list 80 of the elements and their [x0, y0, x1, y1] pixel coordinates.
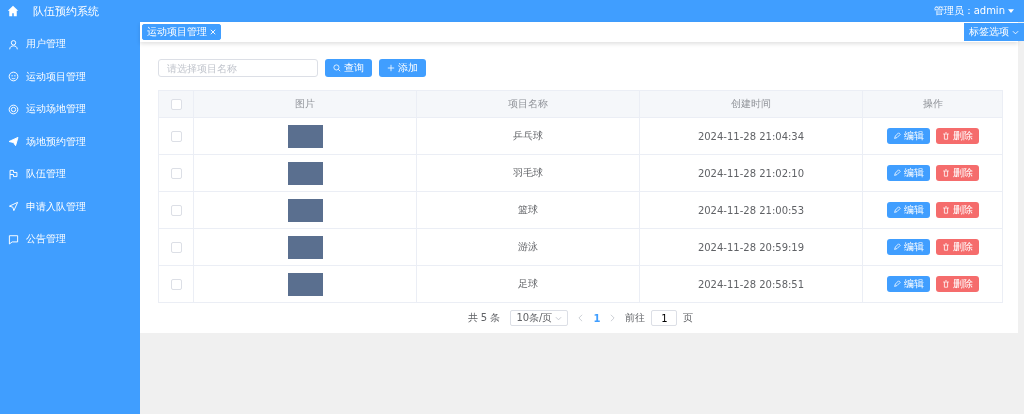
chat-icon — [8, 233, 19, 245]
trash-icon — [941, 169, 950, 177]
chevron-down-icon — [1012, 29, 1019, 35]
table-cell: 足球 — [518, 278, 538, 289]
goto-label: 前往 — [625, 311, 646, 325]
table-cell: 2024-11-28 20:58:51 — [697, 278, 805, 290]
plus-icon — [387, 64, 395, 72]
sidebar-item[interactable]: 申请入队管理 — [0, 190, 140, 223]
paper-plane-icon — [8, 136, 19, 148]
app-title: 队伍预约系统 — [33, 3, 99, 19]
edit-button[interactable]: 编辑 — [886, 202, 930, 218]
chevron-down-icon — [555, 315, 563, 321]
sidebar-item[interactable]: 场地预约管理 — [0, 125, 140, 158]
sidebar-item[interactable]: 运动项目管理 — [0, 60, 140, 93]
delete-button[interactable]: 删除 — [935, 202, 979, 218]
sidebar-item[interactable]: 队伍管理 — [0, 158, 140, 191]
delete-button[interactable]: 删除 — [935, 128, 979, 144]
table-cell: 2024-11-28 21:04:34 — [697, 130, 805, 142]
page-tab[interactable]: 运动项目管理 — [142, 24, 221, 40]
column-header: 操作 — [922, 98, 943, 109]
row-checkbox[interactable] — [170, 167, 182, 179]
page-number[interactable]: 1 — [593, 312, 601, 324]
edit-button[interactable]: 编辑 — [886, 276, 930, 292]
trash-icon — [941, 206, 950, 214]
delete-button[interactable]: 删除 — [935, 276, 979, 292]
user-menu[interactable]: 管理员：admin — [933, 4, 1014, 18]
trash-icon — [941, 243, 950, 251]
add-button[interactable]: 添加 — [379, 59, 426, 77]
edit-button[interactable]: 编辑 — [886, 165, 930, 181]
page-input[interactable]: 1 — [651, 310, 678, 326]
trash-icon — [941, 132, 950, 140]
pencil-icon — [892, 132, 901, 140]
tab-options-button[interactable]: 标签选项 — [964, 23, 1024, 41]
page-unit: 页 — [683, 311, 694, 325]
pencil-icon — [892, 169, 901, 177]
table-cell: 乒乓球 — [513, 130, 543, 141]
sidebar-item[interactable]: 公告管理 — [0, 223, 140, 256]
pencil-icon — [892, 206, 901, 214]
table-cell: 羽毛球 — [513, 167, 543, 178]
row-checkbox[interactable] — [170, 278, 182, 290]
photo-placeholder — [287, 198, 323, 222]
trash-icon — [941, 280, 950, 288]
table-cell: 篮球 — [518, 204, 538, 215]
table-cell: 2024-11-28 21:02:10 — [697, 167, 805, 179]
flag-icon — [8, 168, 19, 180]
ring-icon — [8, 103, 19, 115]
page-size-select[interactable]: 10条/页 — [510, 310, 569, 326]
photo-placeholder — [287, 161, 323, 185]
close-icon[interactable] — [210, 29, 216, 35]
sidebar-item[interactable]: 运动场地管理 — [0, 93, 140, 126]
search-button[interactable]: 查询 — [325, 59, 372, 77]
smile-icon — [8, 71, 19, 83]
photo-placeholder — [287, 272, 323, 296]
edit-button[interactable]: 编辑 — [886, 239, 930, 255]
pencil-icon — [892, 280, 901, 288]
delete-button[interactable]: 删除 — [935, 239, 979, 255]
table-cell: 2024-11-28 20:59:19 — [697, 241, 805, 253]
edit-button[interactable]: 编辑 — [886, 128, 930, 144]
row-checkbox[interactable] — [170, 241, 182, 253]
next-page-icon[interactable] — [610, 314, 616, 322]
total-count: 共 5 条 — [467, 311, 501, 325]
caret-icon — [1008, 9, 1014, 13]
sidebar-item[interactable]: 用户管理 — [0, 28, 140, 61]
photo-placeholder — [287, 235, 323, 259]
column-header: 创建时间 — [731, 98, 771, 109]
row-checkbox[interactable] — [170, 130, 182, 142]
table-cell: 2024-11-28 21:00:53 — [697, 204, 805, 216]
delete-button[interactable]: 删除 — [935, 165, 979, 181]
user-icon — [8, 38, 19, 50]
select-all-checkbox[interactable] — [170, 98, 182, 110]
row-checkbox[interactable] — [170, 204, 182, 216]
column-header: 项目名称 — [508, 98, 548, 109]
table-cell: 游泳 — [518, 241, 538, 252]
search-icon — [333, 64, 341, 72]
previous-page-icon[interactable] — [578, 314, 584, 322]
photo-placeholder — [287, 124, 323, 148]
arrow-icon — [8, 201, 19, 213]
column-header: 图片 — [295, 98, 315, 109]
home-icon[interactable] — [7, 5, 19, 17]
pencil-icon — [892, 243, 901, 251]
